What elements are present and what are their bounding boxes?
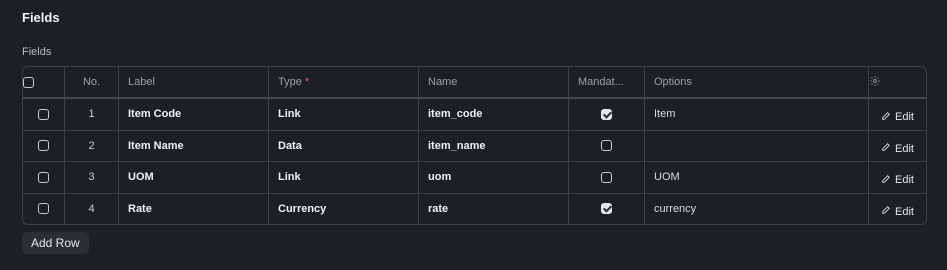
header-type: Type * xyxy=(269,67,419,99)
gear-icon[interactable] xyxy=(869,75,881,90)
header-options: Options xyxy=(645,67,869,99)
row-edit-cell: Edit xyxy=(869,131,926,162)
header-name: Name xyxy=(419,67,569,99)
mandatory-checkbox[interactable] xyxy=(601,108,612,120)
row-name[interactable]: uom xyxy=(419,162,569,194)
edit-row-button[interactable]: Edit xyxy=(881,174,914,187)
row-select-cell xyxy=(23,130,65,162)
row-select-cell xyxy=(23,99,65,131)
required-marker: * xyxy=(304,76,310,88)
row-name[interactable]: item_code xyxy=(419,99,569,131)
row-type[interactable]: Link xyxy=(269,162,419,194)
row-number: 2 xyxy=(65,130,119,162)
header-label: Label xyxy=(119,67,269,99)
row-name[interactable]: item_name xyxy=(419,130,569,162)
header-mandatory: Mandat... xyxy=(569,67,645,99)
row-type[interactable]: Currency xyxy=(269,193,419,224)
mandatory-checkbox[interactable] xyxy=(601,140,612,152)
row-select-cell xyxy=(23,162,65,194)
edit-row-button[interactable]: Edit xyxy=(881,205,914,218)
row-select-checkbox[interactable] xyxy=(38,140,49,152)
table-row[interactable]: 1 Item Code Link item_code Item Edit xyxy=(23,99,926,131)
edit-row-button[interactable]: Edit xyxy=(881,111,914,124)
row-label[interactable]: Item Code xyxy=(119,99,269,131)
table-row[interactable]: 3 UOM Link uom UOM Edit xyxy=(23,162,926,194)
edit-label: Edit xyxy=(895,174,914,187)
row-edit-cell: Edit xyxy=(869,99,926,131)
edit-label: Edit xyxy=(895,205,914,218)
row-number: 4 xyxy=(65,193,119,224)
add-row-button[interactable]: Add Row xyxy=(22,232,89,254)
mandatory-checkbox[interactable] xyxy=(601,171,612,183)
fields-table: No. Label Type * Name Mandat... Options xyxy=(22,66,927,225)
row-label[interactable]: UOM xyxy=(119,162,269,194)
pencil-icon xyxy=(881,142,891,155)
fields-table-label: Fields xyxy=(22,46,52,58)
pencil-icon xyxy=(881,174,891,187)
row-select-checkbox[interactable] xyxy=(38,203,49,215)
row-select-cell xyxy=(23,193,65,224)
row-label[interactable]: Rate xyxy=(119,193,269,224)
header-settings xyxy=(869,67,926,99)
select-all-cell xyxy=(23,67,65,99)
row-edit-cell: Edit xyxy=(869,194,926,225)
pencil-icon xyxy=(881,205,891,218)
row-number: 3 xyxy=(65,162,119,194)
edit-label: Edit xyxy=(895,111,914,124)
row-mandatory-cell xyxy=(569,99,645,131)
table-row[interactable]: 2 Item Name Data item_name Edit xyxy=(23,130,926,162)
table-header-row: No. Label Type * Name Mandat... Options xyxy=(23,67,926,99)
row-select-checkbox[interactable] xyxy=(38,171,49,183)
row-edit-cell: Edit xyxy=(869,162,926,194)
row-options[interactable]: UOM xyxy=(645,162,869,194)
section-title: Fields xyxy=(22,10,60,25)
select-all-checkbox[interactable] xyxy=(23,76,34,88)
mandatory-checkbox[interactable] xyxy=(601,203,612,215)
row-type[interactable]: Data xyxy=(269,130,419,162)
edit-label: Edit xyxy=(895,142,914,155)
row-mandatory-cell xyxy=(569,193,645,224)
row-mandatory-cell xyxy=(569,162,645,194)
edit-row-button[interactable]: Edit xyxy=(881,142,914,155)
row-name[interactable]: rate xyxy=(419,193,569,224)
row-number: 1 xyxy=(65,99,119,131)
row-options[interactable]: currency xyxy=(645,193,869,224)
header-no: No. xyxy=(65,67,119,99)
row-options[interactable] xyxy=(645,130,869,162)
row-mandatory-cell xyxy=(569,130,645,162)
table-row[interactable]: 4 Rate Currency rate currency Edit xyxy=(23,193,926,225)
row-label[interactable]: Item Name xyxy=(119,130,269,162)
header-type-label: Type xyxy=(278,76,302,88)
row-select-checkbox[interactable] xyxy=(38,108,49,120)
row-type[interactable]: Link xyxy=(269,99,419,131)
pencil-icon xyxy=(881,111,891,124)
row-options[interactable]: Item xyxy=(645,99,869,131)
